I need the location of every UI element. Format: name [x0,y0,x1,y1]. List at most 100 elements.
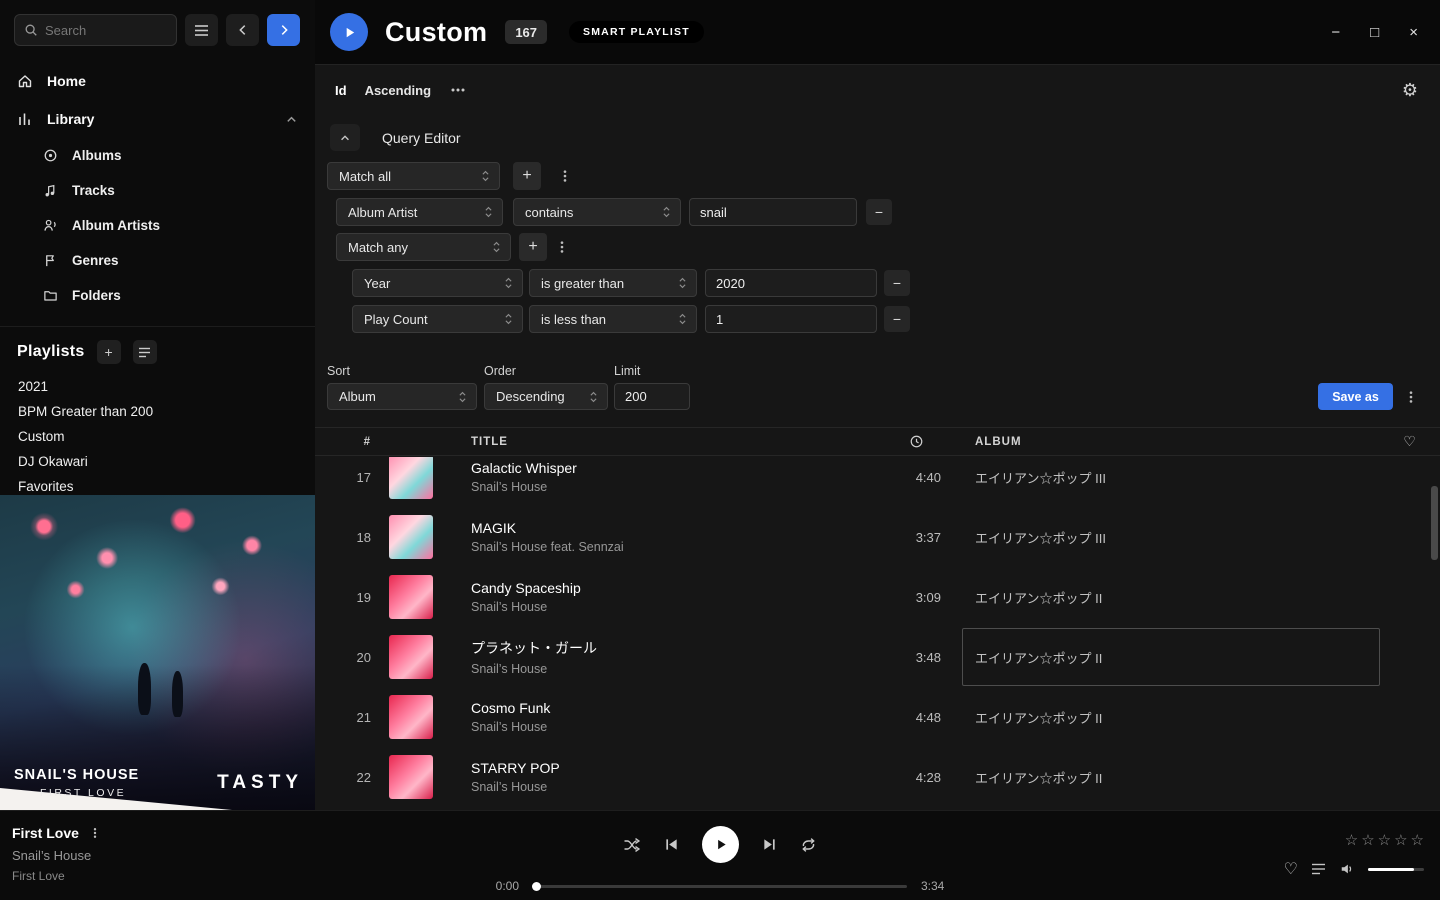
minus-icon: − [893,275,901,291]
volume-slider[interactable] [1368,868,1424,871]
rule-value-input[interactable] [705,305,877,333]
table-row[interactable]: 20 プラネット・ガール Snail’s House 3:48 エイリアン☆ポッ… [315,627,1440,687]
match-mode-select[interactable]: Match any [336,233,511,261]
header-title[interactable]: TITLE [451,436,881,448]
favorite-button[interactable]: ♡ [1284,859,1298,879]
shuffle-button[interactable] [623,837,641,853]
playlist-label: Favorites [18,479,74,494]
now-playing-options-button[interactable] [89,826,101,840]
match-mode-select[interactable]: Match all [327,162,500,190]
sidebar-item-folders[interactable]: Folders [0,278,315,313]
playlist-label: Custom [18,429,65,444]
play-pause-button[interactable] [702,826,739,863]
limit-input[interactable] [614,383,690,410]
track-duration: 3:09 [881,590,951,605]
search-input[interactable] [45,23,155,38]
sort-select[interactable]: Album [327,383,477,410]
more-options-button[interactable] [450,82,466,98]
remove-rule-button[interactable]: − [866,199,892,225]
group-options-button[interactable] [558,168,572,184]
star-icon[interactable]: ☆ [1345,831,1358,849]
unfold-icon [492,240,501,254]
track-album: エイリアン☆ポップ II [975,747,1380,807]
playlist-item[interactable]: Custom [0,424,315,449]
close-button[interactable]: × [1409,24,1418,41]
query-editor-title: Query Editor [382,130,461,146]
rule-value-input[interactable] [689,198,857,226]
order-select[interactable]: Descending [484,383,608,410]
collapse-query-editor-button[interactable] [330,124,360,151]
rule-field-select[interactable]: Play Count [352,305,523,333]
rule-operator-select[interactable]: is greater than [529,269,697,297]
table-row[interactable]: 19 Candy Spaceship Snail’s House 3:09 エイ… [315,567,1440,627]
playlist-item[interactable]: DJ Okawari [0,449,315,474]
playlist-item[interactable]: 2021 [0,374,315,399]
track-duration: 4:28 [881,770,951,785]
sidebar-item-album-artists[interactable]: Album Artists [0,208,315,243]
seek-bar[interactable] [533,885,907,888]
select-value: Album Artist [348,205,417,220]
table-row[interactable]: 17 Galactic Whisper Snail’s House 4:40 エ… [315,457,1440,507]
star-icon[interactable]: ☆ [1394,831,1407,849]
rule-operator-select[interactable]: contains [513,198,681,226]
track-artist: Snail’s House [471,662,881,676]
nav-back-button[interactable] [226,14,259,46]
seek-knob[interactable] [532,882,541,891]
save-as-button[interactable]: Save as [1318,383,1393,410]
menu-button[interactable] [185,14,218,46]
list-icon [138,347,151,358]
maximize-button[interactable]: □ [1370,24,1379,41]
table-row[interactable]: 22 STARRY POP Snail’s House 4:28 エイリアン☆ポ… [315,747,1440,807]
sort-field-button[interactable]: Id [335,83,347,98]
play-playlist-button[interactable] [330,13,368,51]
rule-operator-select[interactable]: is less than [529,305,697,333]
next-track-button[interactable] [762,837,777,852]
volume-button[interactable] [1339,862,1355,876]
header-number[interactable]: # [315,436,371,448]
table-row[interactable]: 21 Cosmo Funk Snail’s House 4:48 エイリアン☆ポ… [315,687,1440,747]
remove-rule-button[interactable]: − [884,270,910,296]
album-art-thumbnail [389,695,433,739]
sidebar-item-genres[interactable]: Genres [0,243,315,278]
rule-field-select[interactable]: Year [352,269,523,297]
add-rule-button[interactable]: + [519,233,547,261]
sort-direction-button[interactable]: Ascending [365,83,431,98]
sidebar-item-home[interactable]: Home [0,62,315,100]
duration-column-icon[interactable] [881,434,951,449]
now-playing-artwork[interactable]: SNAIL'S HOUSE FIRST LOVE TASTY [0,495,315,810]
star-icon[interactable]: ☆ [1378,831,1391,849]
select-value: Year [364,276,390,291]
sidebar-item-library[interactable]: Library [0,100,315,138]
header-album[interactable]: ALBUM [975,436,1380,448]
playlist-item[interactable]: BPM Greater than 200 [0,399,315,424]
kebab-icon [89,826,101,840]
save-options-button[interactable] [1404,389,1418,405]
search-box[interactable] [14,14,177,46]
remove-rule-button[interactable]: − [884,306,910,332]
star-icon[interactable]: ☆ [1361,831,1374,849]
rule-field-select[interactable]: Album Artist [336,198,503,226]
group-options-button[interactable] [555,239,569,255]
minimize-button[interactable]: − [1331,24,1340,41]
nav-forward-button[interactable] [267,14,300,46]
star-icon[interactable]: ☆ [1411,831,1424,849]
playlist-options-button[interactable] [133,340,157,364]
previous-track-button[interactable] [664,837,679,852]
table-row[interactable]: 18 MAGIK Snail’s House feat. Sennzai 3:3… [315,507,1440,567]
table-header: # TITLE ALBUM ♡ [315,427,1440,456]
add-playlist-button[interactable]: + [97,340,121,364]
favorite-column-icon[interactable]: ♡ [1380,433,1440,450]
repeat-button[interactable] [800,837,817,853]
add-rule-button[interactable]: + [513,162,541,190]
chevron-left-icon [236,23,250,37]
artwork-album-text: FIRST LOVE [40,787,126,799]
settings-button[interactable]: ⚙ [1402,81,1418,99]
rule-value-input[interactable] [705,269,877,297]
unfold-icon [678,276,687,290]
unfold-icon [662,205,671,219]
sidebar-item-tracks[interactable]: Tracks [0,173,315,208]
sidebar-item-albums[interactable]: Albums [0,138,315,173]
scrollbar-thumb[interactable] [1431,486,1438,560]
queue-button[interactable] [1311,863,1326,875]
chevron-up-icon[interactable] [285,113,298,126]
